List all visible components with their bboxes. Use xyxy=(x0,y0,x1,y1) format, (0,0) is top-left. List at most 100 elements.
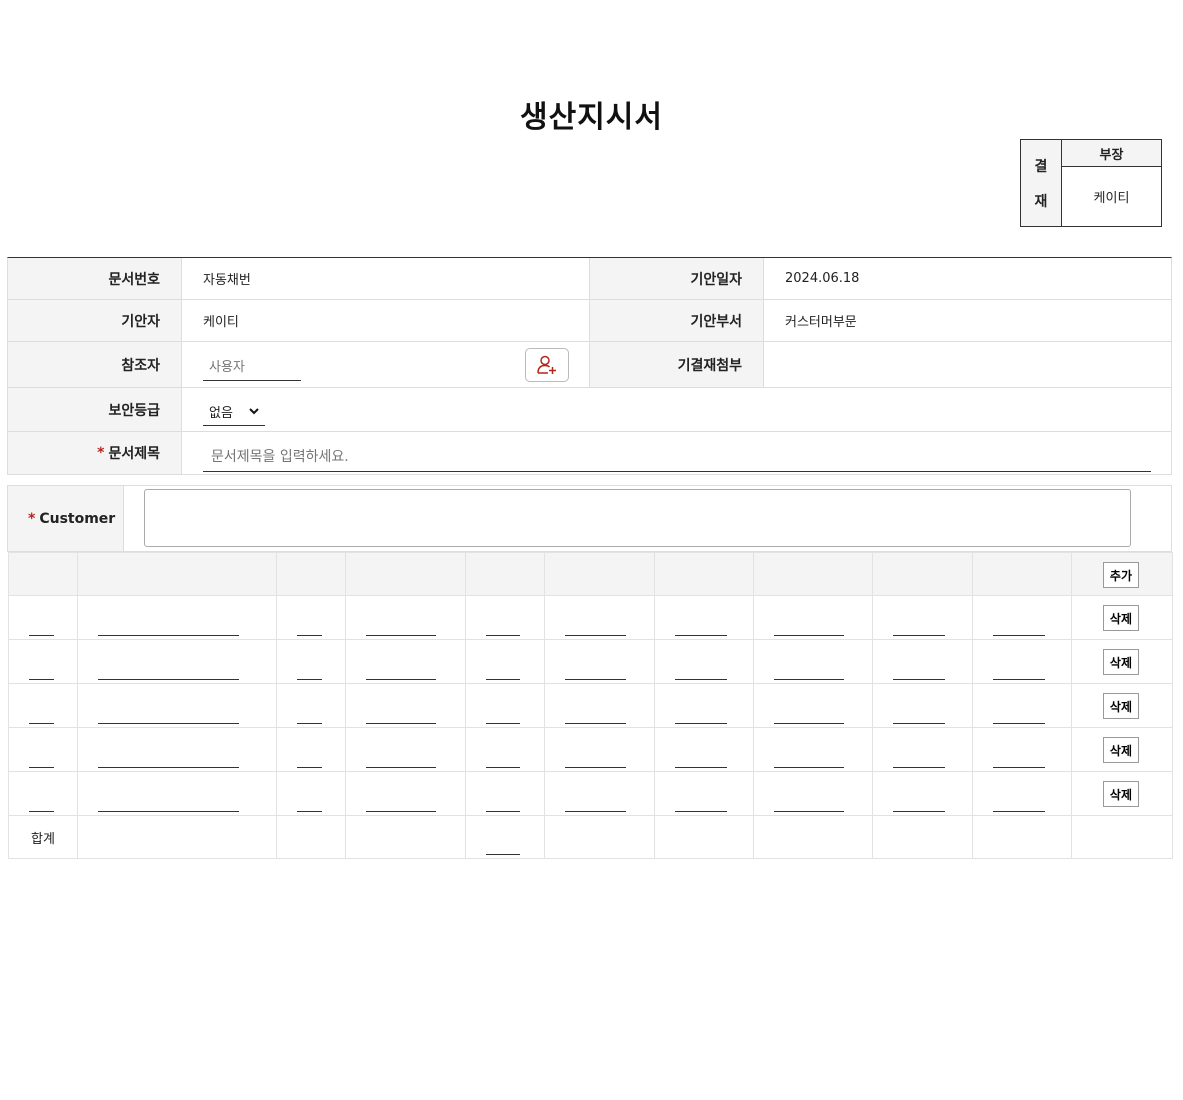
grid-cell-input[interactable] xyxy=(993,811,1045,812)
document-title: 생산지시서 xyxy=(520,100,663,135)
grid-cell xyxy=(544,771,655,816)
grid-cell xyxy=(465,771,545,816)
grid-cell-input[interactable] xyxy=(774,723,844,724)
grid-cell-input[interactable] xyxy=(774,635,844,636)
title-input[interactable] xyxy=(203,442,1151,472)
grid-cell-input[interactable] xyxy=(565,723,626,724)
grid-cell xyxy=(654,683,754,728)
grid-cell-input[interactable] xyxy=(29,635,54,636)
grid-cell-input[interactable] xyxy=(29,723,54,724)
title-cell xyxy=(182,432,1171,474)
grid-cell xyxy=(465,639,545,684)
grid-cell-input[interactable] xyxy=(993,723,1045,724)
grid-cell-input[interactable] xyxy=(486,767,520,768)
grid-cell-input[interactable] xyxy=(893,635,945,636)
delete-row-button[interactable]: 삭제 xyxy=(1102,649,1139,675)
draft-date-label: 기안일자 xyxy=(590,258,764,299)
grid-cell-input[interactable] xyxy=(98,767,239,768)
grid-cell-input[interactable] xyxy=(486,811,520,812)
grid-cell-input[interactable] xyxy=(297,635,322,636)
grid-cell-input[interactable] xyxy=(893,679,945,680)
drafter-value: 케이티 xyxy=(182,300,590,341)
customer-textarea[interactable] xyxy=(144,489,1131,547)
customer-required-mark: * xyxy=(28,510,36,527)
grid-cell xyxy=(972,639,1072,684)
grid-cell xyxy=(872,683,973,728)
approval-box: 결 재 부장 케이티 xyxy=(1020,139,1162,227)
approval-side: 결 재 xyxy=(1021,140,1062,226)
reference-label: 참조자 xyxy=(8,342,182,387)
security-select-value: 없음 xyxy=(209,405,233,421)
delete-row-button[interactable]: 삭제 xyxy=(1102,781,1139,807)
grid-cell-input[interactable] xyxy=(565,767,626,768)
grid-cell-input[interactable] xyxy=(29,679,54,680)
security-cell: 없음 xyxy=(182,388,1171,431)
grid-cell-input[interactable] xyxy=(993,767,1045,768)
grid-cell-input[interactable] xyxy=(29,767,54,768)
delete-row-button[interactable]: 삭제 xyxy=(1102,737,1139,763)
sum-cell xyxy=(654,815,754,859)
add-row-button[interactable]: 추가 xyxy=(1102,562,1139,588)
grid-cell-input[interactable] xyxy=(893,723,945,724)
grid-cell-input[interactable] xyxy=(774,811,844,812)
delete-row-button[interactable]: 삭제 xyxy=(1102,693,1139,719)
grid-cell-input[interactable] xyxy=(98,635,239,636)
grid-cell-input[interactable] xyxy=(366,767,436,768)
grid-cell-input[interactable] xyxy=(675,723,727,724)
grid-cell-input[interactable] xyxy=(565,811,626,812)
grid-cell-input[interactable] xyxy=(98,811,239,812)
grid-cell-input[interactable] xyxy=(675,679,727,680)
grid-cell xyxy=(276,595,346,640)
grid-cell xyxy=(8,727,78,772)
reference-cell xyxy=(182,342,590,387)
grid-cell-input[interactable] xyxy=(486,723,520,724)
grid-cell-input[interactable] xyxy=(565,635,626,636)
grid-cell xyxy=(345,683,466,728)
grid-cell-input[interactable] xyxy=(774,767,844,768)
table-row: 삭제 xyxy=(8,727,1173,772)
grid-cell-input[interactable] xyxy=(565,679,626,680)
reference-input[interactable] xyxy=(203,354,301,381)
table-row: 삭제 xyxy=(8,683,1173,728)
grid-cell-input[interactable] xyxy=(993,679,1045,680)
grid-cell-input[interactable] xyxy=(675,767,727,768)
grid-action-cell: 삭제 xyxy=(1071,771,1173,816)
sum-cell xyxy=(972,815,1072,859)
grid-cell-input[interactable] xyxy=(675,635,727,636)
grid-cell-input[interactable] xyxy=(98,679,239,680)
grid-cell-input[interactable] xyxy=(893,811,945,812)
item-grid: 추가 삭제 삭제 삭제 삭제 삭제 합계 xyxy=(8,552,1173,859)
attach-value[interactable] xyxy=(764,342,1171,387)
grid-cell-input[interactable] xyxy=(366,635,436,636)
grid-cell xyxy=(753,683,873,728)
grid-cell xyxy=(753,771,873,816)
grid-cell-input[interactable] xyxy=(993,635,1045,636)
grid-cell-input[interactable] xyxy=(297,767,322,768)
grid-cell xyxy=(77,771,277,816)
grid-cell-input[interactable] xyxy=(29,811,54,812)
grid-cell-input[interactable] xyxy=(893,767,945,768)
grid-cell-input[interactable] xyxy=(774,679,844,680)
grid-cell-input[interactable] xyxy=(486,635,520,636)
delete-row-button[interactable]: 삭제 xyxy=(1102,605,1139,631)
security-select[interactable]: 없음 xyxy=(203,398,265,426)
sum-cell xyxy=(544,815,655,859)
customer-label: Customer xyxy=(39,510,116,527)
grid-cell xyxy=(544,727,655,772)
grid-header-row: 추가 xyxy=(8,552,1173,596)
grid-cell-input[interactable] xyxy=(675,811,727,812)
grid-cell-input[interactable] xyxy=(297,679,322,680)
grid-cell-input[interactable] xyxy=(98,723,239,724)
grid-cell xyxy=(345,595,466,640)
dept-label: 기안부서 xyxy=(590,300,764,341)
grid-cell-input[interactable] xyxy=(366,723,436,724)
grid-cell-input[interactable] xyxy=(486,679,520,680)
attach-label: 기결재첨부 xyxy=(590,342,764,387)
grid-cell-input[interactable] xyxy=(366,679,436,680)
grid-cell xyxy=(972,595,1072,640)
grid-cell-input[interactable] xyxy=(366,811,436,812)
sum-label: 합계 xyxy=(31,832,55,847)
grid-cell-input[interactable] xyxy=(297,723,322,724)
add-reference-button[interactable] xyxy=(525,347,569,382)
grid-cell-input[interactable] xyxy=(297,811,322,812)
